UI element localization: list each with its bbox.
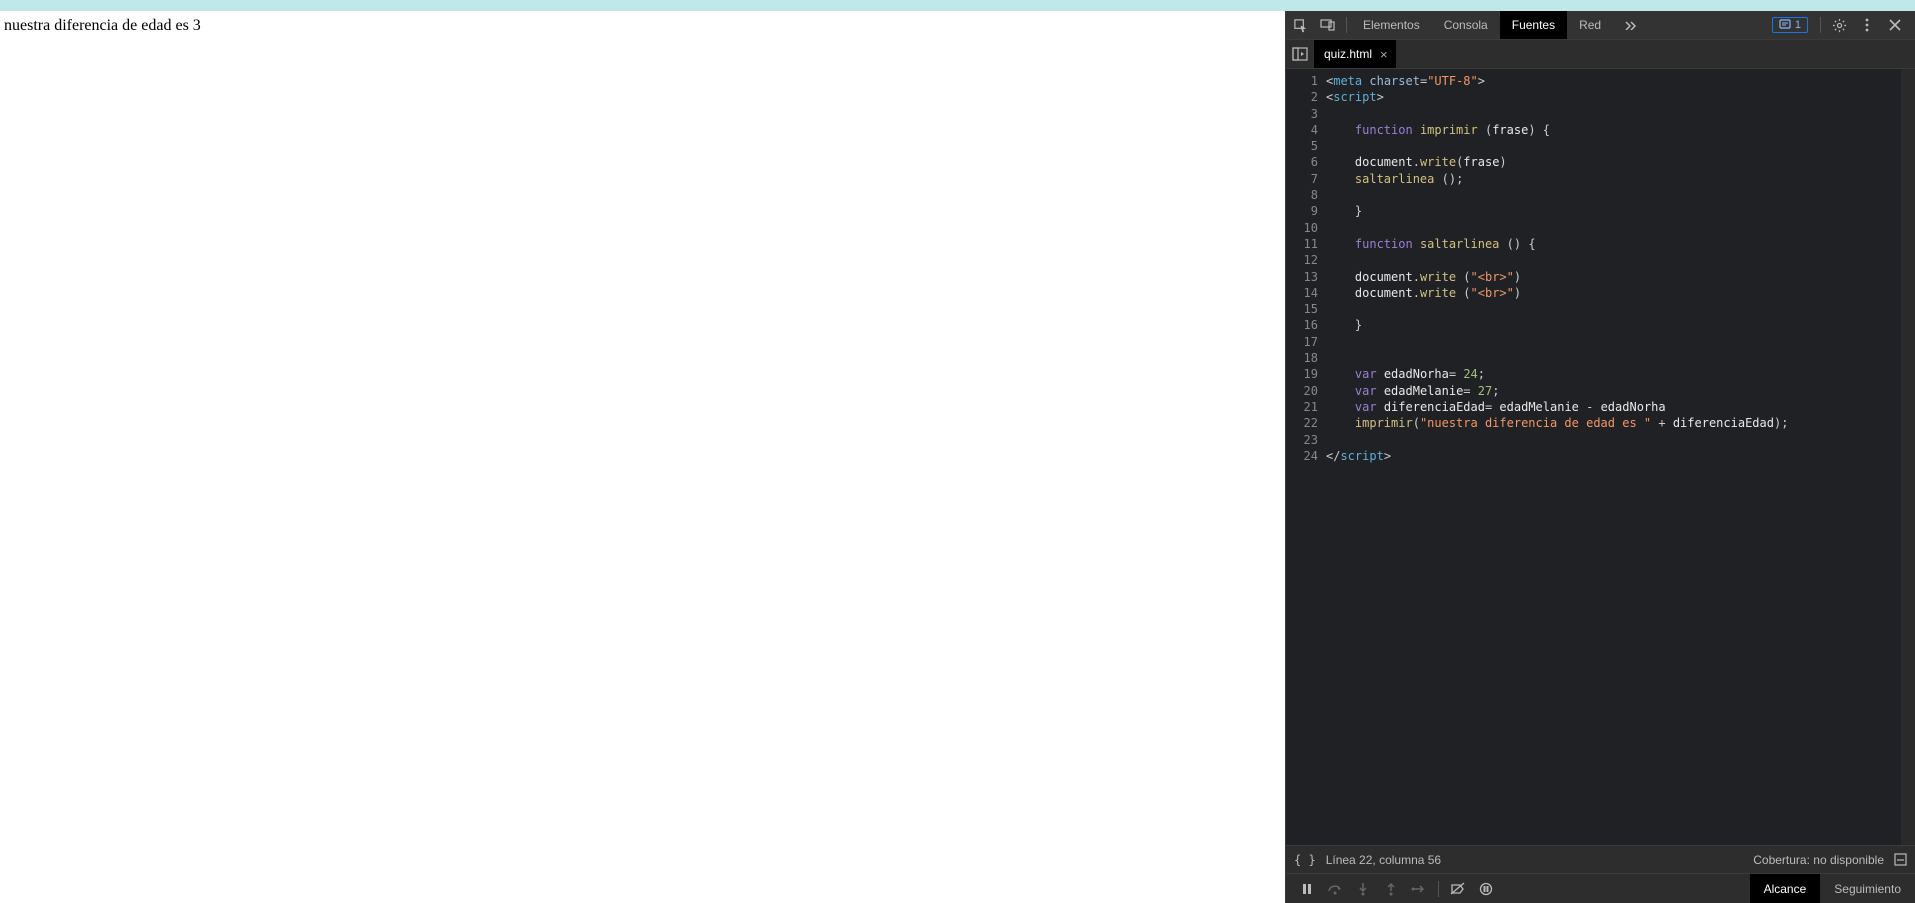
step-into-icon[interactable] (1350, 876, 1376, 902)
pretty-print-icon[interactable]: { } (1294, 853, 1316, 867)
step-over-icon[interactable] (1322, 876, 1348, 902)
pause-on-exceptions-icon[interactable] (1473, 876, 1499, 902)
debugger-controls (1286, 876, 1507, 902)
pause-icon[interactable] (1294, 876, 1320, 902)
scrollbar-vertical[interactable] (1901, 69, 1915, 845)
close-devtools-icon[interactable] (1881, 11, 1909, 39)
kebab-menu-icon[interactable] (1853, 11, 1881, 39)
separator (1346, 17, 1347, 33)
debug-tab-scope[interactable]: Alcance (1750, 874, 1821, 903)
browser-top-strip (0, 0, 1915, 11)
debug-tab-watch[interactable]: Seguimiento (1820, 874, 1915, 903)
file-tabstrip: quiz.html × (1286, 40, 1915, 69)
tab-more[interactable] (1613, 11, 1651, 39)
step-out-icon[interactable] (1378, 876, 1404, 902)
tab-console[interactable]: Consola (1432, 11, 1500, 39)
editor-statusbar: { } Línea 22, columna 56 Cobertura: no d… (1286, 845, 1915, 873)
line-gutter: 123456789101112131415161718192021222324 (1286, 69, 1326, 845)
tab-network[interactable]: Red (1567, 11, 1613, 39)
issues-count: 1 (1795, 19, 1801, 31)
devtools-panel: Elementos Consola Fuentes Red 1 (1285, 11, 1915, 903)
debugger-toolbar: Alcance Seguimiento (1286, 873, 1915, 903)
deactivate-breakpoints-icon[interactable] (1445, 876, 1471, 902)
separator (1438, 881, 1439, 897)
cursor-position: Línea 22, columna 56 (1326, 853, 1441, 867)
code-content[interactable]: <meta charset="UTF-8"><script> function … (1326, 69, 1901, 845)
devtools-toolbar: Elementos Consola Fuentes Red 1 (1286, 11, 1915, 40)
file-tab-label: quiz.html (1324, 47, 1372, 61)
main-area: nuestra diferencia de edad es 3 Elemento… (0, 11, 1915, 903)
device-toggle-icon[interactable] (1314, 11, 1342, 39)
page-text: nuestra diferencia de edad es 3 (4, 17, 201, 34)
chevrons-icon (1625, 20, 1639, 30)
issue-icon (1779, 19, 1791, 31)
code-editor[interactable]: 123456789101112131415161718192021222324 … (1286, 69, 1915, 845)
step-icon[interactable] (1406, 876, 1432, 902)
devtools-tabs: Elementos Consola Fuentes Red (1351, 11, 1651, 39)
tab-elements[interactable]: Elementos (1351, 11, 1432, 39)
separator (1820, 17, 1821, 33)
inspect-icon[interactable] (1286, 11, 1314, 39)
tab-sources[interactable]: Fuentes (1500, 11, 1567, 39)
rendered-page: nuestra diferencia de edad es 3 (0, 11, 1285, 903)
file-tab-quiz[interactable]: quiz.html × (1314, 40, 1396, 68)
debugger-tabs: Alcance Seguimiento (1750, 874, 1915, 903)
toolbar-right: 1 (1772, 11, 1915, 39)
close-file-icon[interactable]: × (1380, 47, 1388, 62)
navigator-toggle-icon[interactable] (1286, 40, 1314, 68)
coverage-status: Cobertura: no disponible (1753, 853, 1884, 867)
coverage-toggle-icon[interactable] (1894, 853, 1907, 866)
issues-badge[interactable]: 1 (1772, 17, 1808, 33)
settings-icon[interactable] (1825, 11, 1853, 39)
